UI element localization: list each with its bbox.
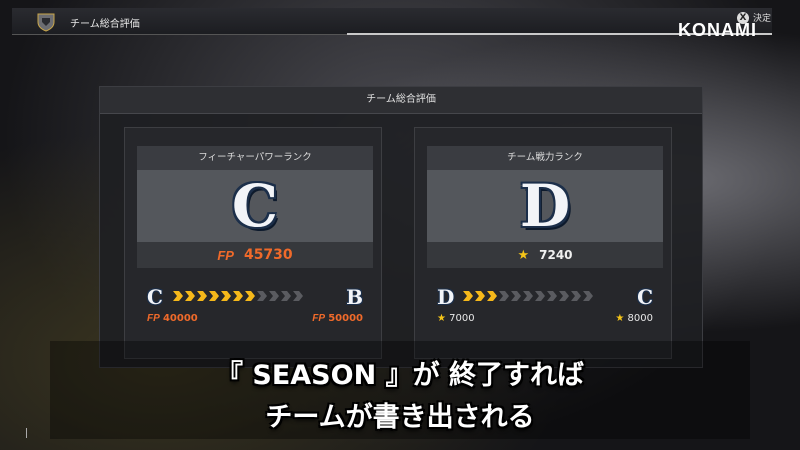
current-rank: C	[147, 285, 163, 309]
progress-chevron	[535, 291, 545, 301]
subtitle-line-2: チームが書き出される	[265, 402, 535, 433]
team-strength-panel: チーム戦力ランク D ★ 7240 D C ★ 7000 ★ 8000	[414, 127, 672, 359]
team-evaluation-modal: チーム総合評価 フィーチャーパワーランク C FP 45730 C B FP 4…	[99, 86, 703, 368]
range-end-value: 50000	[328, 313, 363, 324]
progress-chevron	[559, 291, 569, 301]
progress-chevron	[209, 291, 219, 301]
progress-chevron	[197, 291, 207, 301]
feature-power-progress: C B	[147, 286, 363, 308]
team-strength-score-row: ★ 7240	[427, 242, 663, 268]
next-rank: C	[637, 285, 653, 309]
range-end: ★ 8000	[615, 313, 653, 324]
progress-chevron	[463, 291, 473, 301]
range-start: FP 40000	[147, 313, 198, 324]
progress-chevrons	[463, 291, 593, 301]
progress-chevron	[293, 291, 303, 301]
star-icon: ★	[517, 247, 530, 263]
subtitle-line-1: 『 SEASON 』が 終了すれば	[216, 360, 584, 391]
range-start-value: 40000	[162, 313, 198, 324]
top-bar: チーム総合評価	[12, 8, 772, 35]
fp-icon: FP	[217, 247, 234, 263]
fp-icon: FP	[312, 313, 326, 324]
feature-power-score-row: FP 45730	[137, 242, 373, 268]
feature-power-card: フィーチャーパワーランク C FP 45730	[137, 146, 373, 268]
range-start-value: 7000	[449, 313, 475, 324]
team-strength-value: 7240	[539, 248, 573, 262]
current-rank: D	[437, 285, 455, 309]
progress-chevron	[245, 291, 255, 301]
progress-chevron	[173, 291, 183, 301]
progress-chevron	[185, 291, 195, 301]
feature-power-value: 45730	[243, 247, 293, 263]
team-strength-progress: D C	[437, 286, 653, 308]
range-start: ★ 7000	[437, 313, 475, 324]
progress-chevron	[221, 291, 231, 301]
progress-chevron	[233, 291, 243, 301]
progress-chevron	[571, 291, 581, 301]
feature-power-panel: フィーチャーパワーランク C FP 45730 C B FP 40000 FP …	[124, 127, 382, 359]
confirm-label: 決定	[753, 14, 772, 24]
star-icon: ★	[615, 313, 625, 324]
team-strength-rank: D	[519, 172, 571, 240]
team-strength-card: チーム戦力ランク D ★ 7240	[427, 146, 663, 268]
modal-title: チーム総合評価	[100, 87, 702, 114]
team-crest-icon	[37, 13, 55, 32]
feature-power-rank: C	[231, 172, 279, 240]
team-strength-title: チーム戦力ランク	[427, 146, 663, 170]
text-caret	[26, 428, 27, 438]
progress-chevron	[523, 291, 533, 301]
star-icon: ★	[437, 313, 446, 324]
range-end: FP 50000	[312, 313, 363, 324]
progress-chevrons	[173, 291, 303, 301]
progress-chevron	[499, 291, 509, 301]
progress-chevron	[257, 291, 267, 301]
progress-chevron	[583, 291, 593, 301]
progress-chevron	[487, 291, 497, 301]
progress-chevron	[475, 291, 485, 301]
range-end-value: 8000	[627, 313, 653, 324]
next-rank: B	[346, 285, 363, 309]
progress-chevron	[281, 291, 291, 301]
feature-power-title: フィーチャーパワーランク	[137, 146, 373, 170]
confirm-button[interactable]: X 決定	[737, 11, 771, 24]
screen-title: チーム総合評価	[70, 19, 140, 30]
progress-chevron	[511, 291, 521, 301]
progress-chevron	[269, 291, 279, 301]
fp-icon: FP	[147, 313, 160, 324]
x-button-icon: X	[737, 11, 749, 24]
progress-chevron	[547, 291, 557, 301]
